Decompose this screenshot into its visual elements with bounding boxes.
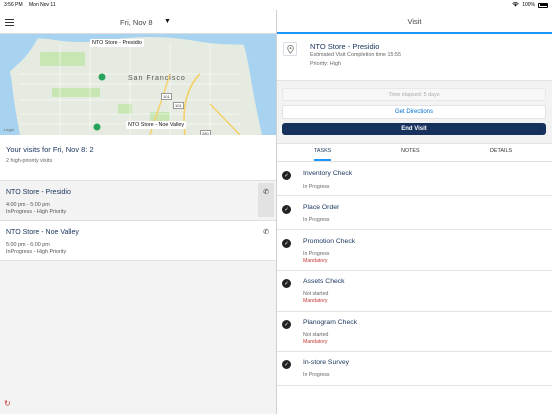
task-item-inventory-check[interactable]: ✓ Inventory Check In Progress xyxy=(277,163,552,196)
menu-icon[interactable] xyxy=(5,19,14,26)
visit-actions: Time elapsed: 5 days Get Directions End … xyxy=(277,80,552,144)
store-header: NTO Store - Presidio Estimated Visit Com… xyxy=(277,36,552,80)
tab-details[interactable]: DETAILS xyxy=(490,148,512,154)
task-status: In Progress xyxy=(303,184,330,190)
map-view[interactable]: NTO Store - Presidio NTO Store - Noe Val… xyxy=(0,34,276,135)
get-directions-button[interactable]: Get Directions xyxy=(282,105,546,119)
checkmark-icon: ✓ xyxy=(282,205,291,214)
task-status: In Progress xyxy=(303,251,330,257)
mandatory-badge: Mandatory xyxy=(303,339,328,345)
visit-header: Visit xyxy=(277,10,552,34)
mandatory-badge: Mandatory xyxy=(303,298,328,304)
status-left: 3:56 PM Mon Nov 11 xyxy=(4,2,61,8)
visit-detail-pane: Visit NTO Store - Presidio Estimated Vis… xyxy=(277,10,552,414)
visit-name: NTO Store - Noe Valley xyxy=(6,229,79,236)
visit-time: 5:00 pm - 6:00 pm xyxy=(6,242,50,248)
store-name: NTO Store - Presidio xyxy=(310,42,380,51)
end-visit-button[interactable]: End Visit xyxy=(282,123,546,135)
battery-percent: 100% xyxy=(522,2,535,8)
checkmark-icon: ✓ xyxy=(282,320,291,329)
visit-time: 4:00 pm - 5:00 pm xyxy=(6,202,50,208)
status-date: Mon Nov 11 xyxy=(29,2,56,8)
time-elapsed: Time elapsed: 5 days xyxy=(282,88,546,101)
task-name: Planogram Check xyxy=(303,319,358,326)
task-status: Not started xyxy=(303,291,329,297)
checkmark-icon: ✓ xyxy=(282,279,291,288)
battery-icon xyxy=(538,2,548,8)
estimated-completion: Estimated Visit Completion time 15:55 xyxy=(310,52,401,58)
task-name: Promotion Check xyxy=(303,238,356,245)
visit-card-noe-valley[interactable]: NTO Store - Noe Valley 5:00 pm - 6:00 pm… xyxy=(0,221,276,261)
map-pin-label-presidio[interactable]: NTO Store - Presidio xyxy=(90,39,144,47)
visit-summary: Your visits for Fri, Nov 8: 2 2 high-pri… xyxy=(0,135,276,181)
mandatory-badge: Mandatory xyxy=(303,258,328,264)
highway-101-shield-2: 101 xyxy=(173,102,184,109)
checkmark-icon: ✓ xyxy=(282,360,291,369)
status-right: 100% xyxy=(512,1,548,9)
task-item-assets-check[interactable]: ✓ Assets Check Not started Mandatory xyxy=(277,271,552,312)
tab-notes[interactable]: NOTES xyxy=(401,148,420,154)
phone-icon[interactable]: ✆ xyxy=(258,223,274,257)
task-name: Assets Check xyxy=(303,278,345,285)
task-item-planogram-check[interactable]: ✓ Planogram Check Not started Mandatory xyxy=(277,312,552,352)
visit-title: Visit xyxy=(407,16,422,26)
wifi-icon xyxy=(512,1,519,9)
highway-101-shield: 101 xyxy=(161,93,172,100)
task-status: In Progress xyxy=(303,372,330,378)
visits-pane: Fri, Nov 8 ▼ NTO Store - Presidio NTO St… xyxy=(0,10,276,414)
status-bar: 3:56 PM Mon Nov 11 100% xyxy=(0,0,552,10)
checkmark-icon: ✓ xyxy=(282,171,291,180)
date-selector[interactable]: Fri, Nov 8 xyxy=(120,18,153,27)
visit-status: InProgress - High Priority xyxy=(6,209,67,215)
task-name: Place Order xyxy=(303,204,340,211)
tab-tasks[interactable]: TASKS xyxy=(314,148,331,154)
task-status: Not started xyxy=(303,332,329,338)
location-pin-icon xyxy=(283,42,297,56)
caret-down-icon[interactable]: ▼ xyxy=(164,18,171,25)
summary-title: Your visits for Fri, Nov 8: 2 xyxy=(6,145,94,154)
active-tab-indicator xyxy=(314,159,331,161)
task-item-promotion-check[interactable]: ✓ Promotion Check In Progress Mandatory xyxy=(277,230,552,271)
summary-subtitle: 2 high-priority visits xyxy=(6,158,53,164)
visit-card-presidio[interactable]: NTO Store - Presidio 4:00 pm - 5:00 pm I… xyxy=(0,181,276,221)
task-item-in-store-survey[interactable]: ✓ In-store Survey In Progress xyxy=(277,352,552,386)
map-graphic xyxy=(0,34,276,135)
status-time: 3:56 PM xyxy=(4,2,23,8)
store-priority: Priority: High xyxy=(310,61,341,67)
refresh-icon[interactable]: ↻ xyxy=(4,399,11,408)
map-legal-link[interactable]: Legal xyxy=(4,127,14,132)
map-city-label: San Francisco xyxy=(128,75,186,82)
task-status: In Progress xyxy=(303,217,330,223)
task-name: Inventory Check xyxy=(303,170,353,177)
map-pin-label-noe-valley[interactable]: NTO Store - Noe Valley xyxy=(126,121,187,129)
task-name: In-store Survey xyxy=(303,359,350,366)
phone-icon[interactable]: ✆ xyxy=(258,183,274,217)
checkmark-icon: ✓ xyxy=(282,239,291,248)
visit-status: InProgress - High Priority xyxy=(6,249,67,255)
detail-tabs: TASKS NOTES DETAILS xyxy=(277,144,552,162)
visits-header: Fri, Nov 8 ▼ xyxy=(0,10,276,34)
task-item-place-order[interactable]: ✓ Place Order In Progress xyxy=(277,196,552,230)
visit-name: NTO Store - Presidio xyxy=(6,189,71,196)
